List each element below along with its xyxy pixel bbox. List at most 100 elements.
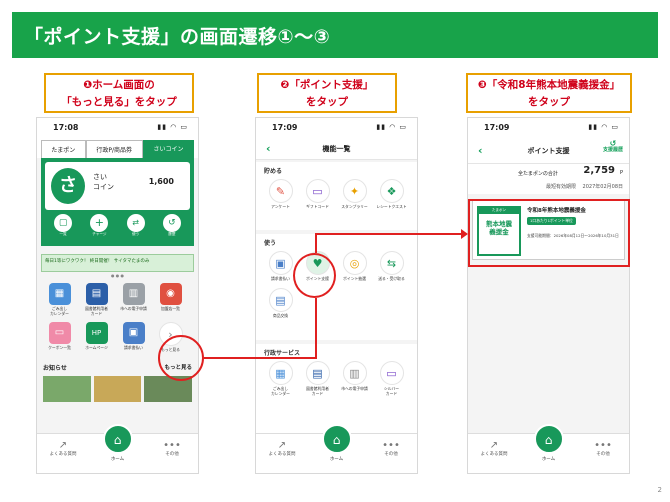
tab-tamapon[interactable]: たまポン (41, 140, 86, 158)
news-thumb[interactable] (43, 375, 91, 402)
item-receiptquest-label: レシートクエスト (376, 204, 407, 209)
item-send-receive[interactable]: ⇆ 送る・受け取る (373, 251, 410, 282)
nav-bar: ‹ 機能一覧 (256, 138, 417, 160)
receipt-icon: ❖ (379, 179, 404, 203)
tab-faq[interactable]: ↗ よくある質問 (43, 440, 83, 457)
history-button[interactable]: ↺ 支援履歴 (603, 140, 623, 154)
item-gomi[interactable]: ▦ ごみ出し カレンダー (262, 361, 299, 396)
back-chevron-icon[interactable]: ‹ (478, 138, 483, 164)
tab-other-label: その他 (596, 452, 610, 457)
home-tab-button[interactable]: ⌂ (321, 424, 352, 454)
coin-card-inner: さ さい コイン 1,600 (45, 162, 190, 210)
history-label: 支援履歴 (602, 147, 623, 153)
tab-other[interactable]: ••• その他 (371, 440, 411, 457)
home-logo-icon: ⌂ (332, 433, 341, 447)
item-e-application[interactable]: ▥ 市への電子申請 (336, 361, 373, 396)
action-charge[interactable]: + チャージ (90, 214, 109, 237)
promo-banner[interactable]: 毎日1等にワクワク！ 終日開催！ サイタマたまのみ (41, 254, 194, 272)
item-send-receive-label: 送る・受け取る (378, 276, 405, 281)
step-marker-3: ❸ (477, 79, 487, 91)
nav-title: ポイント支援 (527, 147, 570, 155)
grid-merchants[interactable]: ◉ 加盟店一覧 (152, 283, 189, 316)
item-giftcode[interactable]: ▭ ギフトコード (299, 179, 336, 210)
history-icon: ↺ (162, 214, 181, 232)
step-3-line1: 「令和8年熊本地震義援金」 (486, 79, 621, 91)
item-survey-label: アンケート (271, 204, 290, 209)
external-link-icon: ↗ (277, 440, 287, 451)
signal-icon: ▮▮ ◠ ▭ (157, 123, 188, 131)
save-grid: ✎ アンケート ▭ ギフトコード ✦ スタンプラリー ❖ レシートクエスト (256, 175, 417, 220)
item-library-label: 図書館利用者 カード (306, 386, 329, 396)
news-title: お知らせ (43, 364, 67, 372)
connector-1-horizontal (204, 357, 317, 359)
calendar-icon: ▦ (268, 361, 293, 385)
step-2-line2: をタップ (306, 96, 348, 108)
grid-library[interactable]: ▤ 図書館利用者 カード (78, 283, 115, 316)
tab-other[interactable]: ••• その他 (152, 440, 192, 457)
arrow-head-icon (461, 229, 468, 239)
tab-gyosei[interactable]: 行政P/商品券 (85, 140, 143, 158)
grid-gomi[interactable]: ▦ ごみ出し カレンダー (41, 283, 78, 316)
invoice-icon: ▣ (122, 322, 145, 344)
action-history[interactable]: ↺ 履歴 (162, 214, 181, 237)
grid-coupons-label: クーポン一覧 (48, 345, 71, 350)
connector-2-vertical (315, 233, 317, 253)
item-stamprally[interactable]: ✦ スタンプラリー (336, 179, 373, 210)
total-unit: P (619, 170, 623, 176)
home-tab-button[interactable]: ⌂ (102, 424, 133, 454)
home-tab-button[interactable]: ⌂ (533, 424, 564, 454)
back-chevron-icon[interactable]: ‹ (266, 138, 271, 160)
step-caption-1: ❶ホーム画面の 「もっと見る」をタップ (44, 73, 194, 113)
exchange-icon: ▤ (268, 287, 293, 312)
more-dots-icon: ••• (163, 440, 181, 451)
highlight-point-support (293, 253, 336, 298)
tab-faq[interactable]: ↗ よくある質問 (262, 440, 302, 457)
admin-grid: ▦ ごみ出し カレンダー ▤ 図書館利用者 カード ▥ 市への電子申請 ▭ シルバー カ… (256, 357, 417, 406)
action-list[interactable]: ▢ 一覧 (54, 214, 73, 237)
home-tab-label: ホーム (541, 457, 556, 462)
section-admin-title: 行政サービス (264, 350, 301, 357)
grid-e-application[interactable]: ▥ 市への電子申請 (115, 283, 152, 316)
action-use[interactable]: ⇄ 使う (126, 214, 145, 237)
signal-icon: ▮▮ ◠ ▭ (588, 123, 619, 131)
step-marker-1: ❶ (83, 79, 93, 91)
page-number: 2 (657, 486, 662, 494)
section-save: 貯める ✎ アンケート ▭ ギフトコード ✦ スタンプラリー ❖ レシートクエスト (256, 162, 417, 230)
grid-invoice[interactable]: ▣ 請求書払い (115, 322, 152, 353)
clock: 17:09 (272, 123, 298, 132)
grid-homepage[interactable]: HP ホームページ (78, 322, 115, 353)
tab-faq[interactable]: ↗ よくある質問 (474, 440, 514, 457)
section-use-title: 使う (264, 240, 277, 247)
item-survey[interactable]: ✎ アンケート (262, 179, 299, 210)
tab-other-label: その他 (165, 452, 179, 457)
building-icon: ▥ (342, 361, 367, 385)
item-point-lottery[interactable]: ◎ ポイント抽選 (336, 251, 373, 282)
grid-coupons[interactable]: ▭ クーポン一覧 (41, 322, 78, 353)
gift-card-icon: ▭ (305, 179, 330, 203)
news-thumb[interactable] (93, 375, 142, 402)
tab-other[interactable]: ••• その他 (583, 440, 623, 457)
item-stamprally-label: スタンプラリー (341, 204, 368, 209)
coin-card: さ さい コイン 1,600 ▢ 一覧 + チャージ ⇄ 使う ↺ 履歴 (41, 158, 194, 246)
total-label: 全たまポンの合計 (518, 171, 558, 177)
item-silver-card-label: シルバー カード (383, 386, 400, 396)
building-icon: ▥ (122, 283, 145, 305)
item-gomi-label: ごみ出し カレンダー (271, 386, 290, 396)
step-3-line2: をタップ (528, 96, 570, 108)
item-exchange[interactable]: ▤ 商品交換 (262, 287, 299, 319)
bottom-tabbar: ↗ よくある質問 ⌂ ホーム ••• その他 (468, 424, 629, 473)
step-1-line1: ホーム画面の (92, 79, 155, 91)
coin-label: さい コイン (93, 173, 114, 191)
expiry-value: 2027年02月08日 (582, 184, 623, 190)
clock: 17:09 (484, 123, 510, 132)
item-library[interactable]: ▤ 図書館利用者 カード (299, 361, 336, 396)
external-link-icon: ↗ (489, 440, 499, 451)
item-receiptquest[interactable]: ❖ レシートクエスト (373, 179, 410, 210)
item-silver-card[interactable]: ▭ シルバー カード (373, 361, 410, 396)
step-caption-2: ❷「ポイント支援」 をタップ (257, 73, 397, 113)
history-icon: ↺ (609, 139, 617, 148)
item-e-application-label: 市への電子申請 (341, 386, 368, 391)
tab-saicoin[interactable]: さいコイン (142, 140, 194, 158)
connector-2-horizontal (315, 233, 465, 235)
bottom-tabbar: ↗ よくある質問 ⌂ ホーム ••• その他 (37, 424, 198, 473)
